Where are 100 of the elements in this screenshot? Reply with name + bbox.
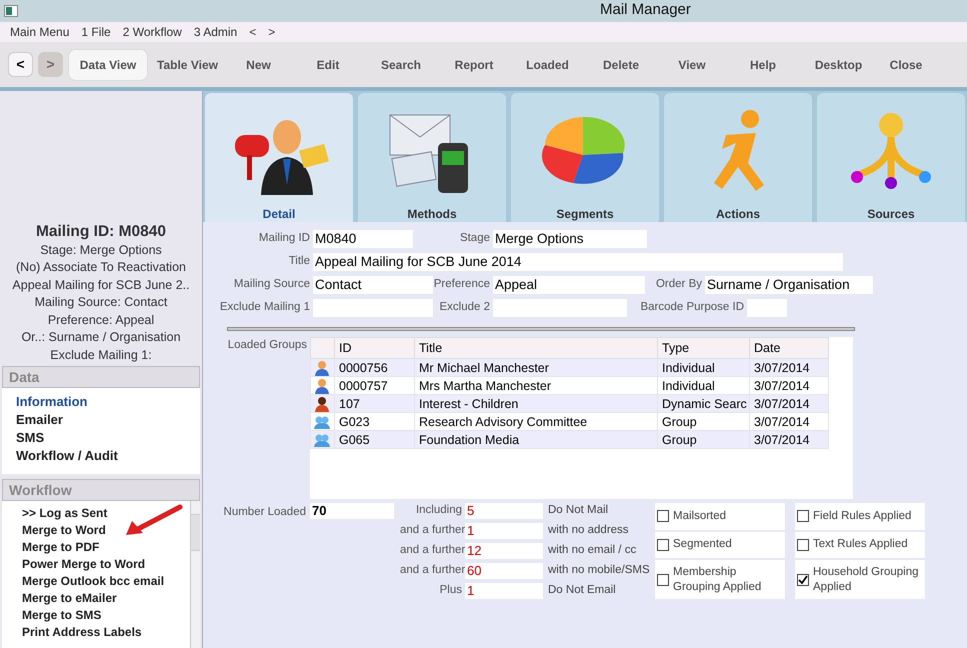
toolbar-button[interactable]: Data View — [68, 48, 148, 80]
field-label: Number Loaded — [222, 505, 307, 520]
table-cell: 3/07/2014 — [750, 430, 828, 448]
column-header[interactable]: Type — [658, 338, 750, 358]
field-label: with no email / cc — [547, 543, 636, 558]
field-label: Barcode Purpose ID — [639, 300, 745, 316]
tab[interactable]: Detail — [205, 93, 353, 222]
field-label: Mailing ID — [258, 231, 311, 246]
checkbox[interactable]: Field Rules Applied — [795, 503, 925, 530]
toolbar-button[interactable]: Delete — [583, 48, 659, 80]
field-label: Preference — [433, 277, 491, 292]
field-label: and a further — [400, 563, 465, 578]
summary-line: (No) Associate To Reactivation — [16, 259, 186, 276]
input-field[interactable]: Surname / Organisation — [705, 276, 873, 294]
workflow-item[interactable]: >> Log as Sent — [22, 505, 190, 522]
summary-line: Preference: Appeal — [48, 312, 154, 329]
person-icon — [314, 378, 330, 394]
field-label: Exclude Mailing 1 — [218, 300, 311, 316]
checkbox[interactable]: Household Grouping Applied — [795, 560, 925, 599]
mailing-id-heading: Mailing ID: M0840 — [36, 222, 166, 242]
input-field[interactable]: 12 — [465, 543, 543, 559]
input-field[interactable]: Contact — [313, 276, 433, 294]
field-label: with no address — [547, 523, 629, 538]
workflow-item[interactable]: Merge Outlook bcc email — [22, 573, 190, 590]
toolbar-button[interactable]: View — [659, 48, 725, 80]
menu-item[interactable]: Main Menu — [9, 23, 70, 41]
summary-line: Stage: Merge Options — [40, 242, 162, 259]
section-header: Workflow — [2, 479, 200, 501]
input-field[interactable]: 60 — [465, 563, 543, 579]
input-field[interactable]: 70 — [310, 503, 394, 519]
input-field[interactable]: 5 — [465, 503, 543, 519]
menu-item[interactable]: 2 Workflow — [122, 23, 183, 41]
tab[interactable]: Actions — [664, 93, 812, 222]
table-row[interactable]: 0000757 Mrs Martha Manchester Individual 3/07/2014 — [310, 376, 828, 394]
person-icon — [314, 360, 330, 376]
toolbar-button[interactable]: New — [227, 48, 290, 80]
people-icon — [314, 414, 330, 430]
input-field[interactable]: Appeal Mailing for SCB June 2014 — [313, 253, 843, 271]
nav-item[interactable]: Workflow / Audit — [16, 447, 200, 465]
tab[interactable]: Sources — [817, 93, 965, 222]
summary-line: Appeal Mailing for SCB June 2.. — [12, 276, 190, 294]
field-label: Title — [288, 254, 311, 270]
tab[interactable]: Segments — [511, 93, 659, 222]
table-row[interactable]: G023 Research Advisory Committee Group 3/07/2014 — [310, 412, 828, 430]
summary-line: Or..: Surname / Organisation — [21, 329, 181, 346]
table-row[interactable]: G065 Foundation Media Group 3/07/2014 — [310, 430, 828, 448]
field-label: Stage — [458, 231, 491, 246]
input-field[interactable]: 1 — [465, 523, 543, 539]
toolbar-button[interactable]: Edit — [290, 48, 366, 80]
field-label: Mailing Source — [232, 277, 311, 292]
toolbar-button[interactable]: Loaded — [512, 48, 583, 80]
person-icon — [314, 396, 330, 412]
input-field[interactable]: Merge Options — [493, 230, 647, 248]
table-cell: G065 — [334, 430, 414, 448]
menu-item[interactable]: 3 Admin — [192, 23, 238, 41]
toolbar-button[interactable]: Desktop — [801, 48, 876, 80]
table-row[interactable]: 107 Interest - Children Dynamic Searc 3/07/2014 — [310, 394, 828, 412]
menu-item[interactable]: 1 File — [80, 23, 112, 41]
toolbar-button[interactable]: Search — [366, 48, 436, 80]
workflow-item[interactable]: Print Address Labels — [22, 624, 190, 641]
checkbox[interactable]: Mailsorted — [655, 503, 785, 530]
toolbar-button[interactable]: Report — [436, 48, 512, 80]
workflow-item[interactable]: Merge to SMS — [22, 607, 190, 624]
workflow-item[interactable]: Merge to PDF — [22, 539, 190, 556]
back-button[interactable]: < — [8, 52, 33, 77]
field-label: with no mobile/SMS — [547, 563, 650, 578]
input-field[interactable] — [313, 299, 433, 317]
summary-line: Exclude Mailing 1: — [50, 346, 152, 364]
field-label: Do Not Email — [547, 583, 616, 598]
menu-item[interactable]: < — [248, 23, 258, 41]
workflow-item[interactable]: Merge to eMailer — [22, 590, 190, 607]
toolbar-button[interactable]: Table View — [148, 48, 227, 80]
column-header[interactable]: Title — [414, 338, 658, 358]
input-field[interactable] — [493, 299, 627, 317]
input-field[interactable]: M0840 — [313, 230, 413, 248]
pointer-arrow-icon — [124, 503, 184, 537]
scrollbar[interactable] — [190, 501, 200, 648]
workflow-item[interactable]: Power Merge to Word — [22, 556, 190, 573]
checkbox[interactable]: Membership Grouping Applied — [655, 560, 785, 599]
toolbar-button[interactable]: Close — [876, 48, 936, 80]
field-label: and a further — [400, 543, 465, 558]
table-cell: Group — [658, 430, 750, 448]
toolbar-button[interactable]: Help — [725, 48, 801, 80]
input-field[interactable] — [747, 299, 787, 317]
field-label: Order By — [654, 277, 703, 292]
nav-item[interactable]: Information — [16, 393, 200, 411]
checkbox[interactable]: Segmented — [655, 532, 785, 558]
field-label: and a further — [400, 523, 465, 538]
workflow-item[interactable]: Merge to Word — [22, 522, 190, 539]
summary-line: Mailing Source: Contact — [34, 294, 168, 311]
nav-item[interactable]: Emailer — [16, 411, 200, 429]
section-label: Loaded Groups — [226, 338, 308, 353]
menu-item[interactable]: > — [267, 23, 276, 41]
table-row[interactable]: 0000756 Mr Michael Manchester Individual 3/07/2014 — [310, 358, 828, 376]
field-label: Including — [414, 503, 463, 518]
input-field[interactable]: Appeal — [493, 276, 645, 294]
nav-item[interactable]: SMS — [16, 429, 200, 447]
input-field[interactable]: 1 — [465, 583, 543, 599]
checkbox[interactable]: Text Rules Applied — [795, 532, 925, 558]
tab[interactable]: Methods — [358, 93, 506, 222]
